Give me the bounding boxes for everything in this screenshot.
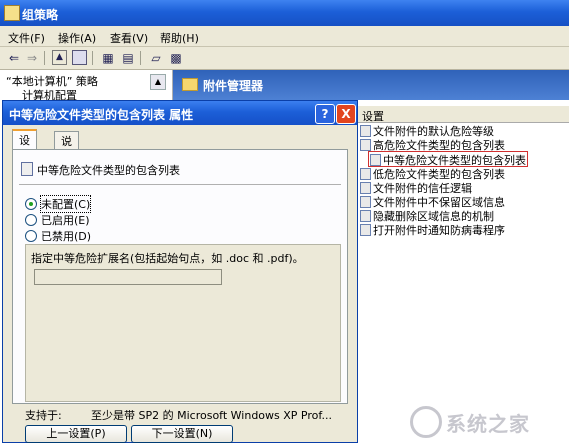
radio-enabled-label[interactable]: 已启用(E) xyxy=(41,212,90,228)
policy-setting-icon xyxy=(360,181,371,194)
toolbar-separator xyxy=(92,51,93,65)
policy-icon xyxy=(21,162,33,176)
window-title-bar: 组策略 xyxy=(0,0,569,26)
setting-row[interactable]: 文件附件的默认危险等级 xyxy=(360,123,494,138)
setting-label: 高危险文件类型的包含列表 xyxy=(373,139,505,153)
folder-icon xyxy=(182,78,198,91)
setting-label: 文件附件的信任逻辑 xyxy=(373,181,472,195)
group-policy-app-icon xyxy=(4,5,20,21)
radio-not-configured[interactable] xyxy=(25,198,37,210)
setting-label: 打开附件时通知防病毒程序 xyxy=(373,224,505,238)
show-tree-icon[interactable] xyxy=(72,50,87,65)
settings-panel: 中等危险文件类型的包含列表 未配置(C) 已启用(E) 已禁用(D) 指定中等危… xyxy=(12,149,348,404)
policy-setting-icon xyxy=(370,154,381,167)
policy-setting-icon xyxy=(360,210,371,223)
dialog-title: 中等危险文件类型的包含列表 属性 xyxy=(9,108,194,122)
setting-label: 隐藏删除区域信息的机制 xyxy=(373,210,494,224)
dialog-title-bar: 中等危险文件类型的包含列表 属性 ? X xyxy=(3,101,357,125)
setting-row[interactable]: 文件附件中不保留区域信息 xyxy=(360,194,505,209)
menu-bar: 文件(F) 操作(A) 查看(V) 帮助(H) xyxy=(0,26,569,47)
tab-explain[interactable]: 说明 xyxy=(54,131,79,164)
supported-on-value: 至少是带 SP2 的 Microsoft Windows XP Prof... xyxy=(91,409,332,422)
extension-input[interactable] xyxy=(34,269,222,285)
setting-row[interactable]: 低危险文件类型的包含列表 xyxy=(360,166,505,181)
toolbar-separator xyxy=(44,51,45,65)
menu-help[interactable]: 帮助(H) xyxy=(160,30,199,46)
right-pane-title: 附件管理器 xyxy=(203,79,264,93)
next-setting-button[interactable]: 下一设置(N) xyxy=(131,425,233,443)
setting-row[interactable]: 隐藏删除区域信息的机制 xyxy=(360,208,494,224)
forward-arrow-icon[interactable]: ⇒ xyxy=(24,50,40,66)
settings-column-label: 设置 xyxy=(362,110,384,123)
supported-on-label: 支持于: xyxy=(25,409,62,422)
menu-action[interactable]: 操作(A) xyxy=(58,30,96,46)
policy-setting-icon xyxy=(360,139,371,152)
export-icon[interactable]: ▤ xyxy=(120,50,136,66)
radio-not-configured-label[interactable]: 未配置(C) xyxy=(39,195,92,213)
back-arrow-icon[interactable]: ⇐ xyxy=(6,50,22,66)
tree-scroll-up-button[interactable]: ▲ xyxy=(150,74,166,90)
policy-setting-icon xyxy=(360,196,371,208)
settings-column-header[interactable]: 设置 xyxy=(358,106,569,123)
policy-name: 中等危险文件类型的包含列表 xyxy=(37,164,180,177)
toolbar: ⇐ ⇒ ▲ ▦ ▤ ▱ ▩ xyxy=(0,47,569,70)
watermark-logo: 系统之家 xyxy=(410,402,568,438)
radio-enabled[interactable] xyxy=(25,214,37,226)
watermark-text: 系统之家 xyxy=(446,412,530,436)
help-button[interactable]: ? xyxy=(315,104,335,124)
panel-divider xyxy=(19,184,341,185)
help-icon[interactable]: ▱ xyxy=(148,50,164,66)
policy-setting-icon xyxy=(360,167,371,180)
menu-file[interactable]: 文件(F) xyxy=(8,30,45,46)
properties-icon[interactable]: ▦ xyxy=(100,50,116,66)
properties-dialog: 中等危险文件类型的包含列表 属性 ? X 设置 说明 中等危险文件类型的包含列表… xyxy=(2,100,358,443)
extension-instruction: 指定中等危险扩展名(包括起始句点，如 .doc 和 .pdf)。 xyxy=(31,252,304,265)
up-folder-icon[interactable]: ▲ xyxy=(52,50,67,65)
previous-setting-button[interactable]: 上一设置(P) xyxy=(25,425,127,443)
radio-disabled[interactable] xyxy=(25,230,37,242)
policy-setting-icon xyxy=(360,224,371,237)
close-button[interactable]: X xyxy=(336,104,356,124)
radio-disabled-label[interactable]: 已禁用(D) xyxy=(41,228,91,244)
right-pane-header: 附件管理器 xyxy=(173,70,569,100)
setting-row[interactable]: 打开附件时通知防病毒程序 xyxy=(360,222,505,238)
setting-row[interactable]: 高危险文件类型的包含列表 xyxy=(360,137,505,153)
policy-setting-icon xyxy=(360,125,371,137)
watermark-emblem xyxy=(410,406,442,438)
extension-options-group: 指定中等危险扩展名(包括起始句点，如 .doc 和 .pdf)。 xyxy=(25,244,341,402)
setting-label: 低危险文件类型的包含列表 xyxy=(373,167,505,181)
window-title: 组策略 xyxy=(22,8,59,22)
setting-label: 文件附件的默认危险等级 xyxy=(373,125,494,138)
setting-label: 文件附件中不保留区域信息 xyxy=(373,196,505,209)
toolbar-separator xyxy=(140,51,141,65)
details-icon[interactable]: ▩ xyxy=(168,50,184,66)
menu-view[interactable]: 查看(V) xyxy=(110,30,148,46)
setting-row[interactable]: 文件附件的信任逻辑 xyxy=(360,180,472,195)
